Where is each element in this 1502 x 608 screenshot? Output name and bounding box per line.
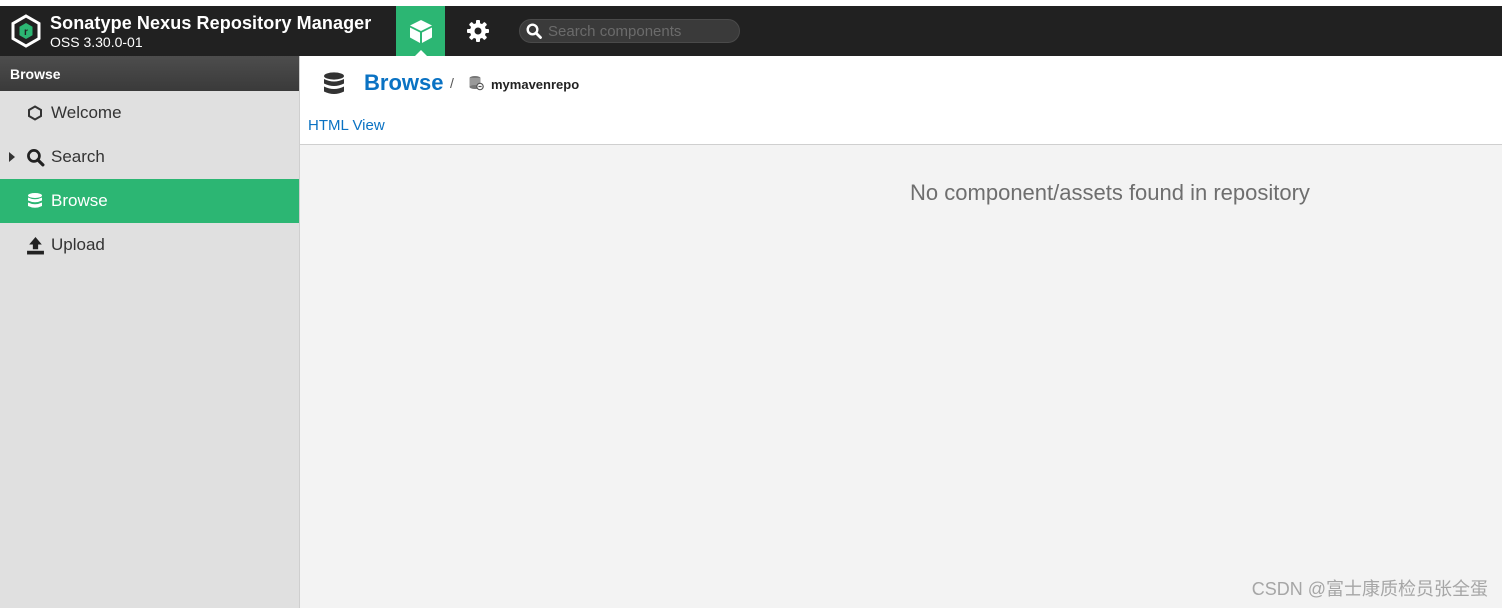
breadcrumb-browse-link[interactable]: Browse <box>364 70 443 96</box>
expand-arrow-icon[interactable] <box>9 152 15 162</box>
breadcrumb-separator: / <box>450 75 454 91</box>
sidebar-item-label: Upload <box>51 235 105 254</box>
watermark: CSDN @富士康质检员张全蛋 <box>1251 579 1488 599</box>
search-icon <box>526 23 542 39</box>
nexus-logo-icon: r <box>11 14 41 48</box>
sidebar-title: Browse <box>0 56 299 91</box>
svg-text:r: r <box>24 27 28 38</box>
hexagon-icon <box>25 103 45 123</box>
sidebar-item-label: Search <box>51 147 105 166</box>
empty-repository-message: No component/assets found in repository <box>910 180 1310 205</box>
sidebar-item-label: Welcome <box>51 103 122 122</box>
html-view-link[interactable]: HTML View <box>308 117 385 134</box>
search-icon <box>25 147 45 167</box>
administration-button[interactable] <box>453 6 502 56</box>
breadcrumb-repository-name: mymavenrepo <box>491 77 580 92</box>
app-title: Sonatype Nexus Repository Manager <box>50 13 372 33</box>
gear-icon <box>466 20 489 42</box>
browse-mode-button[interactable] <box>396 6 445 56</box>
database-icon <box>25 191 45 211</box>
search-input[interactable] <box>548 22 734 41</box>
cube-icon <box>409 20 432 43</box>
search-components-box[interactable] <box>519 19 740 43</box>
main-content: Browse / mymavenrepo HTML View No compon… <box>300 56 1502 608</box>
top-bar: r Sonatype Nexus Repository Manager OSS … <box>0 6 1502 56</box>
repository-icon <box>469 76 484 91</box>
content-header: Browse / mymavenrepo HTML View <box>300 56 1502 145</box>
sidebar-item-label: Browse <box>51 191 108 210</box>
app-version: OSS 3.30.0-01 <box>50 34 143 50</box>
sidebar: Browse Welcome Search Browse Upload <box>0 56 300 608</box>
sidebar-item-upload[interactable]: Upload <box>0 223 299 267</box>
sidebar-item-browse[interactable]: Browse <box>0 179 299 223</box>
sidebar-item-search[interactable]: Search <box>0 135 299 179</box>
upload-icon <box>25 235 45 255</box>
database-icon <box>324 72 344 94</box>
sidebar-item-welcome[interactable]: Welcome <box>0 91 299 135</box>
